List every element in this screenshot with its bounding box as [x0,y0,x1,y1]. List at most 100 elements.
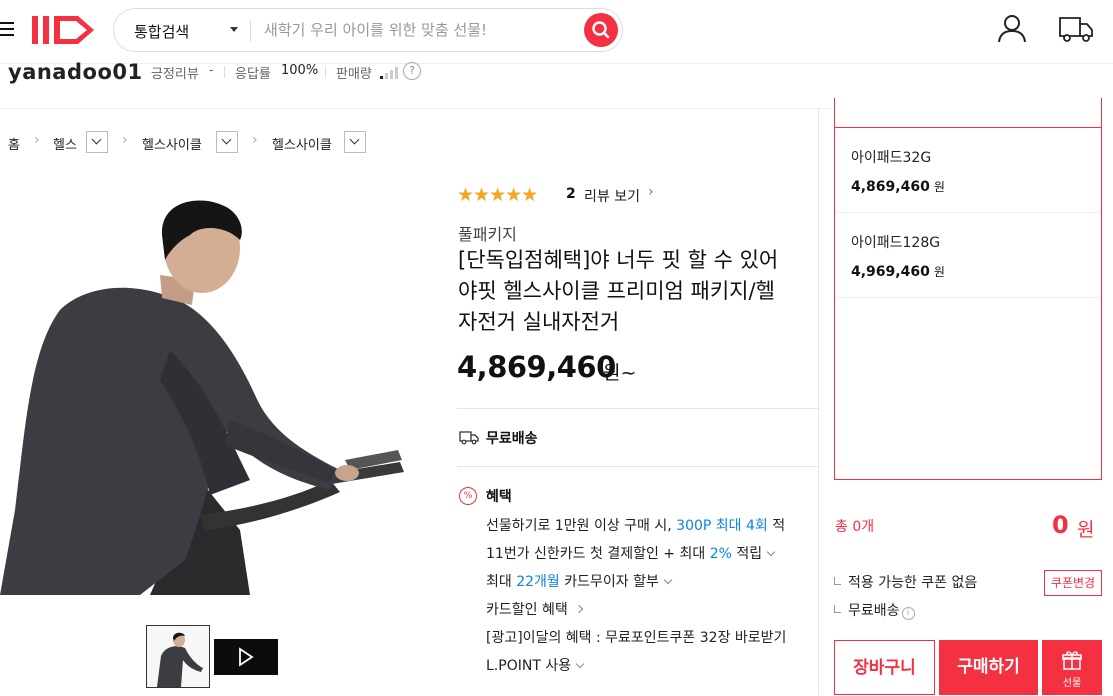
chevron-down-icon [766,547,776,557]
response-rate-label: 응답률 [235,67,271,82]
chevron-right-icon[interactable]: › [648,184,654,200]
chevron-down-icon[interactable] [230,27,238,32]
response-rate-value: 100% [281,63,319,78]
benefit-text: 최대 [486,574,512,590]
positive-review-label: 긍정리뷰 [151,67,199,82]
benefit-highlight: 300P 최대 4회 [676,518,768,534]
total-count: 총 0개 [835,519,875,535]
benefit-lpoint[interactable]: L.POINT 사용 [486,655,585,675]
thumbnail-video[interactable] [214,639,278,675]
benefit-text: 카드할인 혜택 [486,602,568,618]
breadcrumb-separator-icon: › [34,132,40,148]
search-category-select[interactable]: 통합검색 [134,21,189,42]
option-price: 4,969,460 원 [851,263,945,280]
breadcrumb-dropdown-1[interactable] [86,131,108,153]
panel-divider [818,109,819,695]
indent-icon [834,577,841,585]
benefit-card-discount[interactable]: 11번가 신한카드 첫 결제할인 + 최대 2% 적립 [486,543,776,563]
shipping-note-text: 무료배송 [848,603,900,619]
gift-label: 선물 [1062,678,1082,689]
chevron-down-icon [91,134,102,145]
thumbnail-image-1[interactable] [146,625,210,688]
option-price: 4,869,460 원 [851,178,945,195]
breadcrumb-dropdown-2[interactable] [216,131,238,153]
breadcrumb-separator-icon: › [252,132,258,148]
total-price-unit: 원 [1077,519,1095,541]
truck-icon [459,429,479,445]
coupon-note-text: 적용 가능한 쿠폰 없음 [848,575,978,591]
benefits-title: 혜택 [486,489,512,505]
total-price: 0 [1052,511,1069,539]
breadcrumb-health[interactable]: 헬스 [53,134,77,153]
product-title-line: 야핏 헬스사이클 프리미엄 패키지/헬 [458,279,775,303]
help-icon[interactable]: ? [403,62,421,80]
search-button[interactable] [584,13,618,47]
percent-icon: % [459,487,477,505]
option-item[interactable]: 아이패드32G 4,869,460 원 [835,128,1101,213]
product-title-line: 자전거 실내자전거 [458,310,620,334]
delivery-truck-icon[interactable] [1058,14,1094,44]
benefit-installment[interactable]: 최대 22개월 카드무이자 할부 [486,571,673,591]
benefit-text: 선물하기로 1만원 이상 구매 시, [486,518,672,534]
option-name: 아이패드128G [851,235,941,251]
seller-name[interactable]: yanadoo01 [8,60,143,84]
benefit-gift[interactable]: 선물하기로 1만원 이상 구매 시, 300P 최대 4회 적 [486,515,818,535]
seller-bar: yanadoo01 긍정리뷰 - 응답률 100% 판매량 ? [0,60,830,109]
rating-stars: ★★★★★ [457,184,538,206]
benefit-text: 적 [772,518,786,534]
coupon-change-button[interactable]: 쿠폰변경 [1044,570,1102,596]
top-header: 통합검색 [0,0,1113,64]
divider [224,66,225,78]
gift-button[interactable]: 선물 [1042,640,1102,695]
breadcrumb-health-cycle-sub[interactable]: 헬스사이클 [272,134,332,153]
gift-icon [1062,651,1082,670]
11st-logo[interactable] [30,12,102,48]
product-title-line: [단독입점혜택]야 너두 핏 할 수 있어 [458,248,779,272]
benefit-ad-coupon[interactable]: [광고]이달의 혜택 : 무료포인트쿠폰 32장 바로받기 [486,627,818,647]
review-link[interactable]: 리뷰 보기 [584,186,640,206]
breadcrumb-separator-icon: › [122,132,128,148]
package-label: 풀패키지 [458,225,517,244]
option-price-value: 4,969,460 [851,264,930,280]
benefit-highlight: 22개월 [516,574,560,590]
benefit-text: 카드무이자 할부 [564,574,659,590]
shipping-note: 무료배송 i [834,600,915,620]
chevron-down-icon [575,659,585,669]
option-price-unit: 원 [933,265,945,279]
divider [457,466,818,467]
price-unit: 원~ [603,362,637,384]
search-icon [592,21,610,39]
option-list: 아이패드32G 4,869,460 원 아이패드128G 4,969,460 원 [834,98,1102,480]
product-title: [단독입점혜택]야 너두 핏 할 수 있어 야핏 헬스사이클 프리미엄 패키지/… [458,245,820,338]
option-price-unit: 원 [933,180,945,194]
chevron-down-icon [349,134,360,145]
buy-now-button[interactable]: 구매하기 [939,640,1038,695]
search-bar: 통합검색 [113,8,623,52]
option-name: 아이패드32G [851,150,932,166]
chevron-down-icon [663,575,673,585]
option-price-value: 4,869,460 [851,179,930,195]
breadcrumb-health-cycle[interactable]: 헬스사이클 [142,134,202,153]
play-icon [239,647,254,667]
indent-icon [834,605,841,613]
menu-icon[interactable] [0,18,16,40]
benefit-text: 11번가 신한카드 첫 결제할인 + 최대 [486,546,706,562]
benefit-card-discount-link[interactable]: 카드할인 혜택 [486,599,583,619]
option-item[interactable]: 아이패드128G 4,969,460 원 [835,213,1101,298]
benefit-text: L.POINT 사용 [486,658,572,674]
positive-review-value: - [209,63,214,78]
user-icon[interactable] [996,12,1028,44]
search-input[interactable] [264,15,574,45]
chevron-right-icon [574,604,583,614]
benefit-text: 적립 [736,546,763,562]
coupon-note: 적용 가능한 쿠폰 없음 [834,572,977,592]
review-count[interactable]: 2 [566,186,576,202]
search-divider [250,20,251,42]
breadcrumb-dropdown-3[interactable] [344,131,366,153]
product-main-image[interactable] [0,180,440,595]
chevron-down-icon [221,134,232,145]
product-price: 4,869,460 [457,350,616,384]
add-to-cart-button[interactable]: 장바구니 [834,640,935,695]
breadcrumb-home[interactable]: 홈 [8,134,20,153]
info-icon[interactable]: i [901,607,915,620]
